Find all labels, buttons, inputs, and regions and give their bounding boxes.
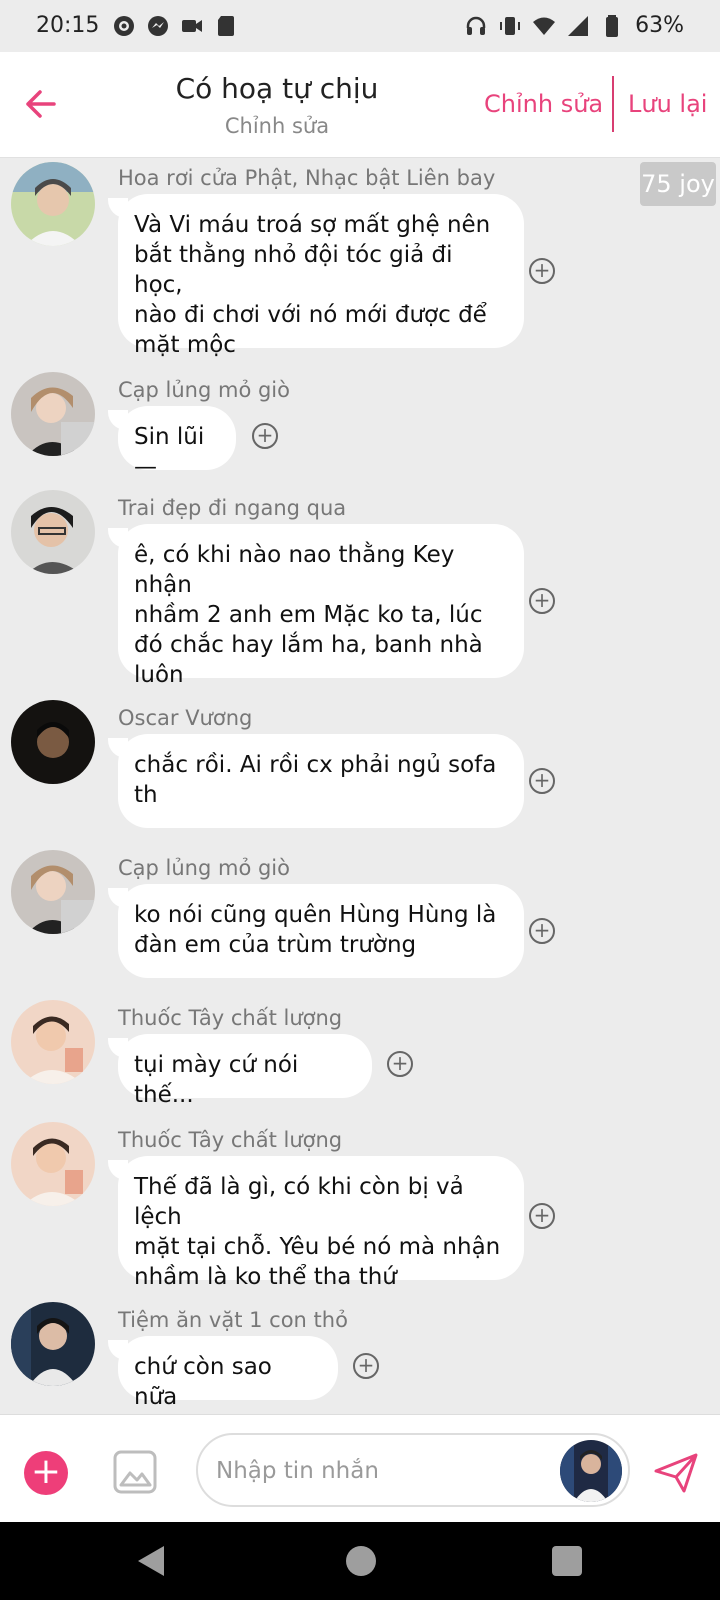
message-text-line: đó chắc hay lắm ha, banh nhà [134,632,483,658]
message-text-line: luôn [134,662,184,688]
message-bubble[interactable]: ko nói cũng quên Hùng Hùng là đàn em của … [118,884,524,978]
sender-name: Cạp lủng mỏ giò [118,856,290,880]
nav-recents-icon[interactable] [552,1546,582,1576]
save-button[interactable]: Lưu lại [628,90,707,118]
send-icon[interactable] [652,1449,700,1497]
chat-subtitle: Chỉnh sửa [224,114,330,138]
sender-avatar[interactable] [11,1302,95,1386]
message-bubble[interactable]: chắc rồi. Ai rồi cx phải ngủ sofa th [118,734,524,828]
signal-icon [568,16,588,36]
wifi-icon [533,17,555,35]
message-text-line: ko nói cũng quên Hùng Hùng là [134,902,497,928]
message-text-line: bắt thằng nhỏ đội tóc giả đi học, [134,242,453,298]
system-nav-bar [0,1522,720,1600]
message-text-line: tụi mày cứ nói thế... [134,1052,299,1108]
add-reaction-icon[interactable]: + [252,423,278,449]
message-text-line: mặt mộc [134,332,236,358]
sender-name: Thuốc Tây chất lượng [118,1128,343,1152]
sd-card-icon [218,16,234,36]
vibrate-icon [500,17,520,35]
message-text-line: ê, có khi nào nao thằng Key nhận [134,542,455,598]
chat-header: Có hoạ tự chịu Chỉnh sửa Chỉnh sửa Lưu l… [0,52,720,158]
battery-icon [606,15,618,37]
sender-avatar[interactable] [11,372,95,456]
message-bubble[interactable]: Sin lũi— [118,406,236,480]
image-icon[interactable] [112,1449,158,1495]
message-text-line: chắc rồi. Ai rồi cx phải ngủ sofa [134,752,497,778]
message-bubble[interactable]: Và Vi máu troá sợ mất ghệ nên bắt thằng n… [118,194,524,358]
sender-name: Cạp lủng mỏ giò [118,378,290,402]
header-divider [612,76,614,132]
sender-avatar[interactable] [11,1122,95,1206]
sender-name: Trai đẹp đi ngang qua [118,496,347,520]
sender-name: Hoa rơi cửa Phật, Nhạc bật Liên bay [118,166,496,190]
add-reaction-icon[interactable]: + [529,918,555,944]
message-text-line: nhầm 2 anh em Mặc ko ta, lúc [134,602,483,628]
composer-bar: + [0,1414,720,1522]
add-reaction-icon[interactable]: + [529,588,555,614]
message-input[interactable] [216,1453,546,1489]
sender-avatar[interactable] [11,850,95,934]
sender-name: Oscar Vương [118,706,253,730]
sender-name: Thuốc Tây chất lượng [118,1006,343,1030]
nav-back-icon[interactable] [136,1544,166,1578]
add-reaction-icon[interactable]: + [529,258,555,284]
video-icon [182,20,202,32]
message-bubble[interactable]: Thế đã là gì, có khi còn bị vả lệch mặt t… [118,1156,524,1290]
message-text-line: chứ còn sao nữa [134,1354,272,1410]
add-reaction-icon[interactable]: + [387,1051,413,1077]
message-input-container [196,1433,630,1507]
status-time: 20:15 [36,13,100,38]
system-icons [464,14,624,38]
message-text-line: nhầm là ko thể tha thứ [134,1264,397,1290]
status-bar: 20:15 63% [0,0,720,52]
sender-avatar[interactable] [11,1000,95,1084]
add-reaction-icon[interactable]: + [353,1353,379,1379]
message-bubble[interactable]: tụi mày cứ nói thế... [118,1034,372,1108]
message-bubble[interactable]: chứ còn sao nữa [118,1336,338,1410]
sender-avatar[interactable] [11,162,95,246]
notification-icons [112,14,238,38]
message-text-line: Và Vi máu troá sợ mất ghệ nên [134,212,491,238]
add-reaction-icon[interactable]: + [529,768,555,794]
joy-badge: 75 joy [640,162,716,206]
edit-button[interactable]: Chỉnh sửa [484,90,603,118]
sender-name: Tiệm ăn vặt 1 con thỏ [118,1308,348,1332]
messenger-icon [148,16,168,36]
message-text-line: Thế đã là gì, có khi còn bị vả lệch [134,1174,464,1230]
message-text-line: nào đi chơi với nó mới được để [134,302,487,328]
message-bubble[interactable]: ê, có khi nào nao thằng Key nhận nhầm 2 a… [118,524,524,688]
message-text-line: th [134,782,158,808]
app-notification-icon [114,16,134,36]
message-text-line: Sin lũi— [134,424,205,480]
sender-avatar[interactable] [11,490,95,574]
message-text-line: mặt tại chỗ. Yêu bé nó mà nhận [134,1234,501,1260]
message-text-line: đàn em của trùm trường [134,932,417,958]
nav-home-icon[interactable] [346,1546,376,1576]
add-reaction-icon[interactable]: + [529,1203,555,1229]
sender-avatar[interactable] [11,700,95,784]
headphones-icon [466,16,486,35]
back-arrow-icon[interactable] [20,82,64,126]
battery-percent: 63% [635,13,684,38]
add-attachment-button[interactable]: + [24,1451,68,1495]
chat-title: Có hoạ tự chịu [175,72,379,105]
character-avatar[interactable] [560,1440,622,1502]
